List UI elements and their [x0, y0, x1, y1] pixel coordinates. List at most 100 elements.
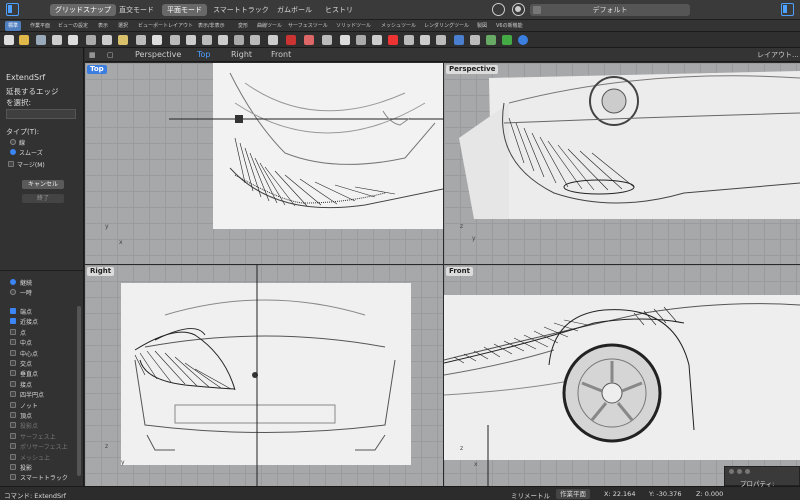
layout-menu[interactable]: レイアウト...: [757, 50, 799, 60]
tab-select[interactable]: 選択: [118, 21, 128, 31]
command-history-line[interactable]: コマンド: ExtendSrf: [4, 490, 66, 500]
tab-standard[interactable]: 標準: [5, 21, 22, 31]
layer-icon[interactable]: [372, 35, 382, 45]
named-view-icon[interactable]: [250, 35, 260, 45]
print-icon[interactable]: [52, 35, 62, 45]
tab-new-in-v6[interactable]: V6の新機能: [496, 21, 523, 31]
tab-transform[interactable]: 変形: [238, 21, 248, 31]
grid-snap-toggle[interactable]: グリッドスナップ: [50, 4, 116, 16]
osnap-checkbox[interactable]: [10, 412, 16, 418]
tab-render-tools[interactable]: レンダリングツール: [424, 21, 469, 31]
lock-icon[interactable]: [356, 35, 366, 45]
type-smooth-radio[interactable]: [10, 149, 16, 155]
cplane-icon[interactable]: [286, 35, 296, 45]
ortho-toggle[interactable]: 直交モード: [114, 4, 159, 16]
single-layout-icon[interactable]: ▢: [107, 50, 114, 60]
osnap-checkbox[interactable]: [10, 308, 16, 314]
osnap-checkbox[interactable]: [10, 474, 16, 481]
tab-surface-tools[interactable]: サーフェスツール: [288, 21, 328, 31]
cplane-status-select[interactable]: 作業平面: [556, 489, 590, 499]
render-icon[interactable]: [420, 35, 430, 45]
osnap-checkbox[interactable]: [10, 328, 16, 335]
lamp-icon[interactable]: [340, 35, 350, 45]
cplane-dropdown[interactable]: デフォルト: [530, 4, 690, 16]
material-icon[interactable]: [404, 35, 414, 45]
finish-button[interactable]: 終了: [22, 194, 64, 203]
close-icon[interactable]: [729, 469, 734, 474]
merge-checkbox[interactable]: [8, 161, 14, 167]
save-icon[interactable]: [36, 35, 46, 45]
osnap-persistent-radio[interactable]: [10, 279, 16, 285]
type-line-radio[interactable]: [10, 139, 16, 145]
history-toggle[interactable]: ヒストリ: [320, 4, 358, 16]
viewport-top[interactable]: Top y x: [85, 63, 443, 264]
tab-drafting[interactable]: 製図: [477, 21, 487, 31]
new-file-icon[interactable]: [4, 35, 14, 45]
osnap-temporary-radio[interactable]: [10, 289, 16, 295]
osnap-checkbox[interactable]: [10, 370, 16, 377]
osnap-checkbox[interactable]: [10, 380, 16, 387]
viewport-front-label[interactable]: Front: [446, 267, 473, 276]
properties-panel-toggle-icon[interactable]: [781, 3, 794, 16]
viewport-perspective-label[interactable]: Perspective: [446, 65, 499, 74]
zoom-extents-icon[interactable]: [218, 35, 228, 45]
osnap-checkbox[interactable]: [10, 360, 16, 366]
record-icon[interactable]: [492, 3, 505, 16]
pan-hand-icon[interactable]: [152, 35, 162, 45]
zoom-window-icon[interactable]: [202, 35, 212, 45]
tab-visibility[interactable]: 表示/非表示: [198, 21, 225, 31]
tab-solid-tools[interactable]: ソリッドツール: [336, 21, 371, 31]
grid-layout-icon[interactable]: ▦: [89, 50, 96, 60]
tab-mesh-tools[interactable]: メッシュツール: [381, 21, 416, 31]
osnap-checkbox[interactable]: [10, 432, 16, 439]
tab-right[interactable]: Right: [231, 50, 252, 60]
viewport-right[interactable]: Right z y: [85, 265, 443, 486]
rotate-view-icon[interactable]: [170, 35, 180, 45]
tab-front[interactable]: Front: [271, 50, 291, 60]
osnap-checkbox[interactable]: [10, 422, 16, 429]
osnap-checkbox[interactable]: [10, 401, 16, 408]
sphere-icon[interactable]: [454, 35, 464, 45]
plugin-icon[interactable]: [486, 35, 496, 45]
osnap-checkbox[interactable]: [10, 464, 16, 470]
cut-icon[interactable]: [86, 35, 96, 45]
copy-icon[interactable]: [102, 35, 112, 45]
tab-curve-tools[interactable]: 曲線ツール: [257, 21, 282, 31]
viewport-top-label[interactable]: Top: [87, 65, 107, 74]
zoom-window-icon[interactable]: [745, 469, 750, 474]
paste-icon[interactable]: [118, 35, 128, 45]
viewport-right-label[interactable]: Right: [87, 267, 115, 276]
units-label[interactable]: ミリメートル: [511, 490, 550, 500]
osnap-checkbox[interactable]: [10, 339, 16, 346]
osnap-checkbox[interactable]: [10, 443, 16, 450]
smarttrack-toggle[interactable]: スマートトラック: [208, 4, 274, 16]
open-folder-icon[interactable]: [19, 35, 29, 45]
cancel-button[interactable]: キャンセル: [22, 180, 64, 189]
tab-display[interactable]: 表示: [98, 21, 108, 31]
hide-icon[interactable]: [322, 35, 332, 45]
planar-toggle[interactable]: 平面モード: [162, 4, 207, 16]
viewport-front[interactable]: Front z x: [444, 265, 800, 486]
sidebar-toggle-icon[interactable]: [6, 3, 19, 16]
tab-top[interactable]: Top: [197, 50, 211, 60]
osnap-scrollbar[interactable]: [77, 306, 81, 476]
osnap-checkbox[interactable]: [10, 349, 16, 356]
minimize-icon[interactable]: [737, 469, 742, 474]
four-viewports-icon[interactable]: [268, 35, 278, 45]
select-all-icon[interactable]: [304, 35, 314, 45]
tab-viewport-layout[interactable]: ビューポートレイアウト: [138, 21, 193, 31]
zoom-icon[interactable]: [186, 35, 196, 45]
command-input[interactable]: [6, 109, 76, 119]
osnap-checkbox[interactable]: [10, 391, 16, 398]
tab-perspective[interactable]: Perspective: [135, 50, 181, 60]
tab-cplanes[interactable]: 作業平面: [30, 21, 50, 31]
zoom-selected-icon[interactable]: [234, 35, 244, 45]
environment-icon[interactable]: [436, 35, 446, 45]
viewport-perspective[interactable]: Perspective z y: [444, 63, 800, 264]
globe-icon[interactable]: [502, 35, 512, 45]
help-icon[interactable]: [518, 35, 528, 45]
undo-icon[interactable]: [136, 35, 146, 45]
osnap-checkbox[interactable]: [10, 453, 16, 460]
tab-set-view[interactable]: ビューの設定: [58, 21, 88, 31]
options-icon[interactable]: [470, 35, 480, 45]
